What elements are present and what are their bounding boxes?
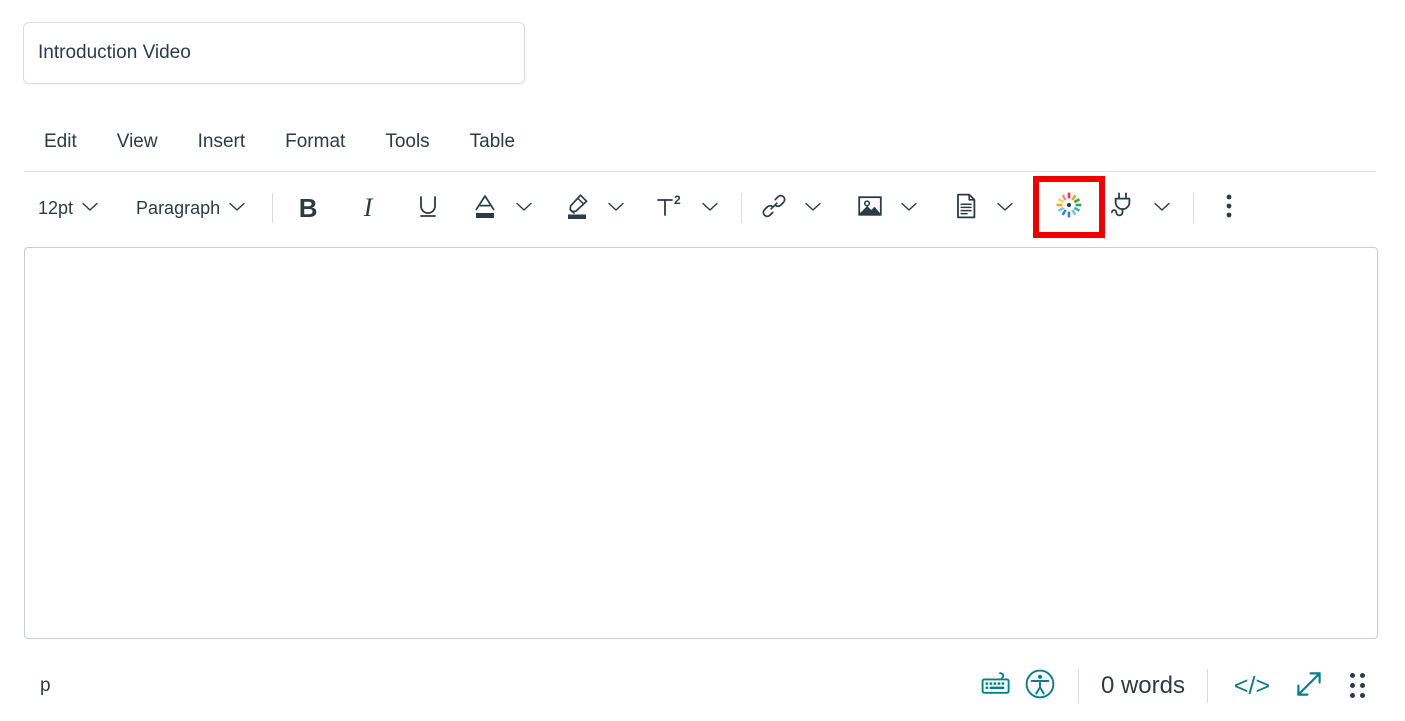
accessibility-icon (1024, 668, 1056, 705)
highlight-color-control (558, 189, 634, 227)
block-format-label: Paragraph (136, 198, 221, 218)
link-dropdown[interactable] (793, 189, 831, 227)
chevron-down-icon (516, 199, 532, 217)
block-format-dropdown[interactable]: Paragraph (122, 189, 259, 227)
bold-button[interactable]: B (286, 189, 330, 227)
chevron-down-icon (82, 199, 98, 217)
bold-icon: B (298, 193, 318, 223)
more-options-button[interactable] (1207, 189, 1251, 227)
studio-button-highlight (1033, 176, 1105, 238)
toolbar-separator (1193, 193, 1195, 223)
image-dropdown[interactable] (889, 189, 927, 227)
apps-dropdown[interactable] (1142, 189, 1180, 227)
link-button[interactable] (755, 189, 793, 227)
underline-button[interactable] (406, 189, 450, 227)
superscript-button[interactable]: 2 (650, 189, 690, 227)
html-editor-icon: </> (1233, 671, 1271, 700)
menu-tools[interactable]: Tools (365, 126, 449, 159)
statusbar-separator (1077, 669, 1079, 703)
element-path[interactable]: p (24, 675, 51, 697)
menu-view[interactable]: View (97, 126, 178, 159)
chevron-down-icon (901, 199, 917, 217)
link-icon (760, 192, 788, 225)
canvas-studio-icon-highlighted[interactable] (1055, 191, 1083, 224)
chevron-down-icon (608, 199, 624, 217)
plug-apps-icon (1110, 191, 1136, 226)
toolbar-separator (741, 193, 743, 223)
word-count: 0 words (1100, 672, 1185, 699)
assignment-title-input[interactable] (23, 22, 525, 84)
image-icon (856, 193, 884, 224)
highlight-color-button[interactable] (558, 189, 596, 227)
text-color-button[interactable] (466, 189, 504, 227)
chevron-down-icon (805, 199, 821, 217)
menu-insert[interactable]: Insert (178, 126, 266, 159)
keyboard-icon (980, 671, 1012, 702)
statusbar-separator (1207, 669, 1208, 703)
resize-handle[interactable] (1338, 664, 1378, 708)
document-icon (953, 192, 979, 225)
menu-format[interactable]: Format (265, 126, 365, 159)
highlight-color-icon (564, 192, 590, 225)
chevron-down-icon (702, 199, 718, 217)
editor-statusbar: p 0 words </> (24, 655, 1378, 717)
kebab-more-options-icon (1225, 192, 1233, 225)
italic-icon: I (363, 193, 373, 222)
text-color-control (466, 189, 542, 227)
document-button[interactable] (947, 189, 985, 227)
menu-table[interactable]: Table (450, 126, 535, 159)
text-color-icon (472, 192, 498, 225)
document-control (947, 189, 1023, 227)
document-dropdown[interactable] (985, 189, 1023, 227)
fullscreen-button[interactable] (1280, 664, 1338, 708)
superscript-dropdown[interactable] (690, 189, 728, 227)
superscript-icon: 2 (655, 193, 685, 224)
title-field-wrapper (23, 22, 525, 84)
chevron-down-icon (997, 199, 1013, 217)
link-control (755, 189, 831, 227)
menu-edit[interactable]: Edit (24, 126, 97, 159)
font-size-dropdown[interactable]: 12pt (24, 189, 112, 227)
image-button[interactable] (851, 189, 889, 227)
chevron-down-icon (1154, 199, 1170, 217)
accessibility-checker-button[interactable] (1018, 664, 1062, 708)
apps-button[interactable] (1104, 189, 1142, 227)
underline-icon (415, 193, 441, 224)
apps-control (1104, 189, 1180, 227)
highlight-color-dropdown[interactable] (596, 189, 634, 227)
image-control (851, 189, 927, 227)
toolbar-separator (272, 193, 274, 223)
chevron-down-icon (229, 199, 245, 217)
svg-text:2: 2 (674, 193, 681, 207)
superscript-control: 2 (650, 189, 728, 227)
keyboard-shortcuts-button[interactable] (974, 664, 1018, 708)
menubar-divider (24, 171, 1376, 172)
rich-text-editor-body[interactable] (24, 247, 1378, 639)
text-color-dropdown[interactable] (504, 189, 542, 227)
editor-menubar: Edit View Insert Format Tools Table (24, 124, 535, 160)
italic-button[interactable]: I (346, 189, 390, 227)
resize-handle-icon (1350, 673, 1366, 699)
fullscreen-expand-icon (1292, 667, 1326, 706)
font-size-label: 12pt (38, 198, 74, 218)
editor-toolbar: 12pt Paragraph B I 2 (24, 180, 1376, 236)
html-editor-button[interactable]: </> (1224, 664, 1280, 708)
